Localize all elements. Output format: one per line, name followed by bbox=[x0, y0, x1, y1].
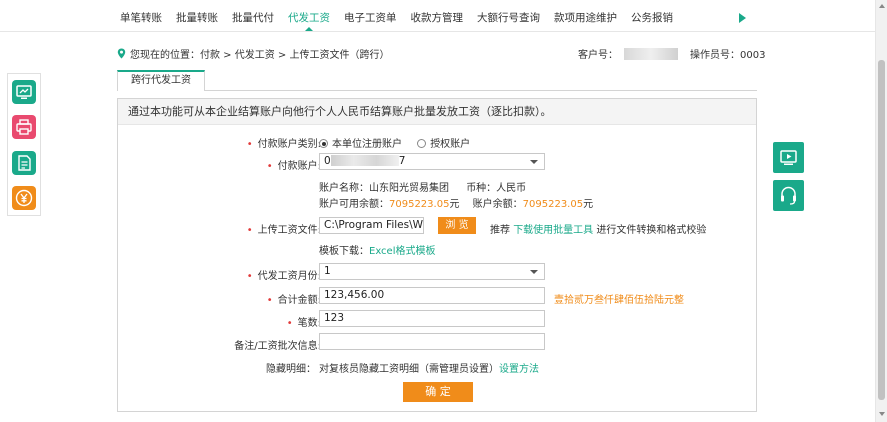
upload-file-label: • 上传工资文件: bbox=[246, 225, 321, 236]
breadcrumb-text: 您现在的位置：付款 > 代发工资 > 上传工资文件（跨行） bbox=[130, 50, 390, 61]
confirm-button[interactable]: 确 定 bbox=[403, 382, 473, 402]
salary-month-label: • 代发工资月份: bbox=[246, 271, 321, 282]
customer-no-label: 客户号： bbox=[578, 50, 618, 61]
excel-template-link[interactable]: Excel格式模板 bbox=[369, 246, 436, 257]
template-download-line: 模板下载：Excel格式模板 bbox=[319, 246, 436, 257]
remark-input[interactable] bbox=[319, 333, 545, 350]
pay-account-type-label: • 付款账户类别: bbox=[246, 139, 321, 150]
top-nav: 单笔转账 批量转账 批量代付 代发工资 电子工资单 收款方管理 大额行号查询 款… bbox=[113, 8, 680, 32]
printer-icon[interactable] bbox=[12, 115, 36, 139]
account-number-masked bbox=[330, 155, 399, 166]
yuan-coin-icon[interactable] bbox=[12, 186, 36, 210]
chevron-down-icon bbox=[530, 160, 538, 164]
total-amount-input[interactable]: 123,456.00 bbox=[319, 287, 545, 304]
pay-account-select[interactable]: 07 bbox=[319, 153, 545, 170]
customer-no-masked bbox=[624, 47, 678, 60]
nav-item-e-payslip[interactable]: 电子工资单 bbox=[337, 8, 404, 30]
pay-account-label: • 付款账户: bbox=[266, 161, 321, 172]
location-pin-icon bbox=[117, 48, 126, 59]
operator-label: 操作员号：0003 bbox=[690, 50, 766, 61]
video-play-icon[interactable] bbox=[773, 142, 804, 173]
nav-item-single-transfer[interactable]: 单笔转账 bbox=[113, 8, 169, 30]
remark-label: 备注/工资批次信息: bbox=[234, 341, 321, 352]
tab-cross-bank-salary[interactable]: 跨行代发工资 bbox=[117, 70, 205, 91]
customer-info: 客户号： 操作员号：0003 bbox=[578, 46, 765, 61]
account-name-line: 账户名称：山东阳光贸易集团 币种：人民币 bbox=[319, 183, 527, 194]
page: 单笔转账 批量转账 批量代付 代发工资 电子工资单 收款方管理 大额行号查询 款… bbox=[0, 0, 887, 422]
panel-description: 通过本功能可从本企业结算账户向他行个人人民币结算账户批量发放工资（逐比扣款）。 bbox=[118, 99, 756, 125]
document-list-icon[interactable] bbox=[12, 151, 36, 175]
hide-detail-label: 隐藏明细： bbox=[266, 364, 316, 375]
radio-authorized-account[interactable]: 授权账户 bbox=[417, 139, 470, 150]
batch-tool-hint: 推荐 下载使用批量工具 进行文件转换和格式校验 bbox=[490, 225, 707, 236]
chevron-down-icon bbox=[530, 270, 538, 274]
nav-item-expense-reimbursement[interactable]: 公务报销 bbox=[624, 8, 680, 30]
headset-icon[interactable] bbox=[773, 180, 804, 211]
form-panel: 通过本功能可从本企业结算账户向他行个人人民币结算账户批量发放工资（逐比扣款）。 … bbox=[117, 98, 757, 412]
tab-divider bbox=[117, 90, 757, 91]
left-quick-bar bbox=[7, 73, 41, 216]
breadcrumb: 您现在的位置：付款 > 代发工资 > 上传工资文件（跨行） bbox=[117, 46, 389, 61]
upload-file-input[interactable]: C:\Program Files\Wind bbox=[319, 217, 424, 234]
count-label: • 笔数: bbox=[286, 318, 321, 329]
nav-item-salary[interactable]: 代发工资 bbox=[281, 8, 337, 32]
nav-item-batch-payment[interactable]: 批量代付 bbox=[225, 8, 281, 30]
account-balance-value: 7095223.05 bbox=[522, 199, 584, 210]
scroll-up-icon[interactable] bbox=[879, 4, 885, 8]
total-amount-uppercase: 壹拾贰万叁仟肆佰伍拾陆元整 bbox=[554, 295, 684, 306]
total-amount-label: • 合计金额: bbox=[266, 295, 321, 306]
pay-account-type-radios: 本单位注册账户 授权账户 bbox=[319, 135, 470, 150]
scroll-down-icon[interactable] bbox=[879, 412, 885, 416]
nav-item-purpose-maintenance[interactable]: 款项用途维护 bbox=[547, 8, 624, 30]
available-balance-value: 7095223.05 bbox=[389, 199, 450, 210]
nav-divider bbox=[0, 31, 875, 32]
radio-on-icon[interactable] bbox=[319, 139, 328, 148]
count-input[interactable]: 123 bbox=[319, 310, 545, 327]
account-balance-line: 账户可用余额：7095223.05元 账户余额：7095223.05元 bbox=[319, 199, 594, 210]
radio-registered-account[interactable]: 本单位注册账户 bbox=[319, 139, 402, 150]
nav-item-payee-management[interactable]: 收款方管理 bbox=[404, 8, 471, 30]
vertical-scrollbar[interactable] bbox=[875, 0, 887, 422]
radio-off-icon[interactable] bbox=[417, 139, 427, 148]
nav-item-bank-code-query[interactable]: 大额行号查询 bbox=[470, 8, 547, 30]
scroll-thumb[interactable] bbox=[878, 60, 885, 400]
salary-month-select[interactable]: 1 bbox=[319, 263, 545, 280]
nav-item-batch-transfer[interactable]: 批量转账 bbox=[169, 8, 225, 30]
browse-button[interactable]: 浏 览 bbox=[438, 217, 476, 234]
download-batch-tool-link[interactable]: 下载使用批量工具 bbox=[513, 225, 593, 236]
hide-detail-text: 对复核员隐藏工资明细（需管理员设置）设置方法 bbox=[319, 364, 539, 375]
nav-next-arrow-icon[interactable] bbox=[739, 13, 746, 23]
monitor-chart-icon[interactable] bbox=[12, 80, 36, 104]
setting-method-link[interactable]: 设置方法 bbox=[499, 364, 539, 375]
